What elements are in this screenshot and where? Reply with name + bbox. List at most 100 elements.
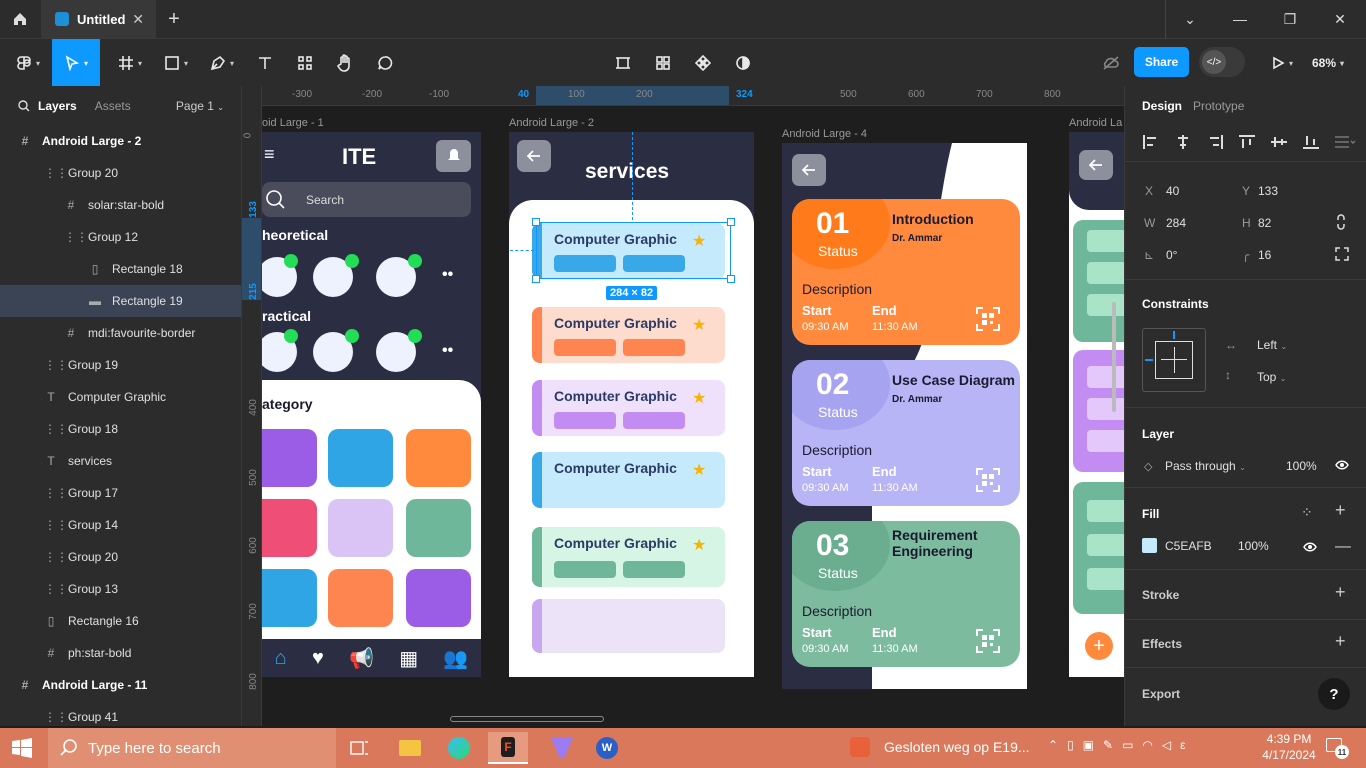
frame-label-android-5[interactable]: Android La — [1069, 117, 1122, 129]
news-ticker[interactable]: Gesloten weg op E19... — [884, 739, 1030, 755]
frame-android-large-partial[interactable]: + — [1069, 132, 1124, 677]
text-tool-button[interactable] — [250, 39, 280, 87]
selection-box[interactable] — [536, 222, 731, 279]
layer-opacity-input[interactable]: 100% — [1286, 459, 1317, 473]
eye-icon[interactable] — [1335, 460, 1349, 470]
layer-row[interactable]: ⋮⋮ Group 20 — [0, 157, 241, 189]
news-icon[interactable] — [850, 737, 876, 759]
language-indicator[interactable]: ε — [1180, 738, 1185, 752]
layer-row[interactable]: # mdi:favourite-border — [0, 317, 241, 349]
frame-label-android-1[interactable]: oid Large - 1 — [262, 117, 324, 129]
help-button[interactable]: ? — [1318, 678, 1350, 710]
edit-icon[interactable]: ✎ — [1103, 738, 1113, 752]
style-grid-icon[interactable]: ⁘ — [1301, 504, 1313, 521]
present-button[interactable]: ▾ — [1262, 39, 1302, 87]
edge-browser-icon[interactable] — [439, 732, 479, 764]
battery-icon[interactable]: ▭ — [1122, 738, 1133, 752]
layer-row[interactable]: ⋮⋮ Group 12 — [0, 221, 241, 253]
zoom-dropdown[interactable]: 68% ▾ — [1312, 39, 1344, 87]
w-input[interactable]: 284 — [1166, 216, 1186, 230]
tab-assets[interactable]: Assets — [95, 99, 131, 113]
independent-corners-icon[interactable] — [1335, 247, 1349, 261]
notifications-icon[interactable]: 11 — [1326, 738, 1349, 759]
home-button[interactable] — [0, 0, 40, 38]
h-input[interactable]: 82 — [1258, 216, 1271, 230]
frame-android-large-1[interactable]: ≡ ITE Search heoretical •• ractical •• a… — [262, 132, 481, 677]
frame-label-android-4[interactable]: Android Large - 4 — [782, 128, 867, 140]
crop-button[interactable] — [608, 39, 638, 87]
layer-row[interactable]: ▬ Rectangle 19 — [0, 285, 241, 317]
blend-mode-dropdown[interactable]: Pass through ⌄ — [1165, 459, 1246, 473]
layer-row[interactable]: ⋮⋮ Group 19 — [0, 349, 241, 381]
y-input[interactable]: 133 — [1258, 184, 1278, 198]
minimize-button[interactable]: — — [1216, 0, 1264, 38]
app-icon[interactable] — [542, 732, 582, 764]
resize-handle[interactable] — [727, 218, 735, 226]
align-center-v-icon[interactable] — [1270, 134, 1288, 150]
layer-row[interactable]: # Android Large - 11 — [0, 669, 241, 701]
move-tool-button[interactable]: ▾ — [52, 39, 100, 87]
frame-tool-button[interactable]: ▾ — [110, 39, 150, 87]
main-menu-button[interactable]: ▾ — [8, 39, 48, 87]
word-app-icon[interactable]: W — [587, 732, 627, 764]
fill-opacity-input[interactable]: 100% — [1238, 539, 1269, 553]
dev-mode-toggle[interactable]: </> — [1199, 47, 1245, 77]
fill-hex-input[interactable]: C5EAFB — [1165, 539, 1212, 553]
mask-button[interactable] — [728, 39, 758, 87]
resize-handle[interactable] — [532, 218, 540, 226]
close-tab-icon[interactable]: ✕ — [132, 11, 144, 28]
layer-row[interactable]: ⋮⋮ Group 18 — [0, 413, 241, 445]
constraint-top-active[interactable] — [1173, 331, 1175, 339]
component-button[interactable] — [688, 39, 718, 87]
usb-icon[interactable]: ▯ — [1067, 738, 1074, 752]
canvas-scrollbar[interactable] — [450, 716, 604, 722]
fill-eye-icon[interactable] — [1303, 542, 1317, 552]
file-tab[interactable]: Untitled ✕ — [41, 0, 156, 38]
frame-android-large-4[interactable]: 01 Status Introduction Dr. Ammar Descrip… — [782, 143, 1027, 689]
align-top-icon[interactable] — [1238, 134, 1256, 150]
distribute-icon[interactable] — [1334, 134, 1356, 150]
clock[interactable]: 4:39 PM 4/17/2024 — [1256, 731, 1322, 763]
tab-prototype[interactable]: Prototype — [1193, 99, 1244, 113]
layer-row[interactable]: T Computer Graphic — [0, 381, 241, 413]
add-effect-icon[interactable]: + — [1335, 631, 1346, 652]
resize-handle[interactable] — [727, 275, 735, 283]
align-right-icon[interactable] — [1206, 134, 1224, 150]
rotation-input[interactable]: 0° — [1166, 248, 1177, 262]
grid-button[interactable] — [648, 39, 678, 87]
figma-app-icon[interactable]: F — [488, 732, 528, 764]
shape-tool-button[interactable]: ▾ — [156, 39, 196, 87]
constraints-widget[interactable] — [1142, 328, 1206, 392]
resize-handle[interactable] — [532, 275, 540, 283]
share-button[interactable]: Share — [1134, 47, 1189, 77]
task-view-icon[interactable] — [340, 732, 380, 764]
close-window-button[interactable]: ✕ — [1316, 0, 1364, 38]
align-left-icon[interactable] — [1142, 134, 1160, 150]
constrain-proportions-icon[interactable] — [1335, 214, 1347, 230]
taskbar-search[interactable]: Type here to search — [48, 728, 336, 768]
remove-fill-icon[interactable]: — — [1335, 538, 1351, 556]
fill-color-swatch[interactable] — [1142, 538, 1157, 553]
resources-button[interactable] — [290, 39, 320, 87]
add-fill-icon[interactable]: + — [1335, 500, 1346, 521]
horizontal-constraint-dropdown[interactable]: Left ⌄ — [1257, 338, 1287, 352]
comment-tool-button[interactable] — [370, 39, 400, 87]
vertical-constraint-dropdown[interactable]: Top ⌄ — [1257, 370, 1286, 384]
layer-row[interactable]: # Android Large - 2 — [0, 125, 241, 157]
tab-layers[interactable]: Layers — [38, 99, 77, 113]
canvas[interactable]: oid Large - 1 ≡ ITE Search heoretical ••… — [242, 86, 1124, 726]
constraint-left-active[interactable] — [1145, 359, 1153, 361]
layer-row[interactable]: ⋮⋮ Group 14 — [0, 509, 241, 541]
layer-row[interactable]: ⋮⋮ Group 13 — [0, 573, 241, 605]
hand-tool-button[interactable] — [330, 39, 360, 87]
wifi-icon[interactable]: ◠ — [1142, 738, 1152, 752]
layer-row[interactable]: ⋮⋮ Group 17 — [0, 477, 241, 509]
page-dropdown[interactable]: Page 1 ⌄ — [176, 99, 224, 113]
chevron-down-icon[interactable]: ⌄ — [1166, 0, 1214, 38]
frame-label-android-2[interactable]: Android Large - 2 — [509, 117, 594, 129]
volume-icon[interactable]: ◁ — [1162, 738, 1171, 752]
layer-row[interactable]: # ph:star-bold — [0, 637, 241, 669]
layer-row[interactable]: ⋮⋮ Group 20 — [0, 541, 241, 573]
add-stroke-icon[interactable]: + — [1335, 582, 1346, 603]
layer-row[interactable]: ⋮⋮ Group 41 — [0, 701, 241, 726]
